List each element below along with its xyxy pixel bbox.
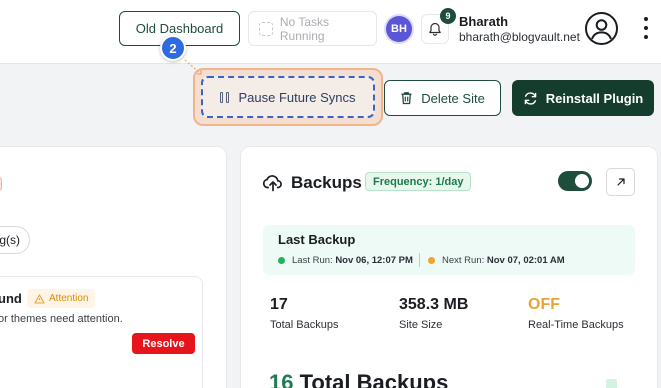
- next-run-status-dot: [428, 257, 435, 264]
- frequency-label: Frequency: 1/day: [373, 175, 464, 188]
- legend-chip: [606, 379, 617, 388]
- resolve-label: Resolve: [142, 337, 185, 350]
- old-dashboard-label: Old Dashboard: [135, 21, 224, 36]
- site-avatar[interactable]: BH: [386, 16, 412, 42]
- pause-icon: [220, 91, 230, 103]
- stat-realtime-label: Real-Time Backups: [528, 319, 624, 331]
- user-silhouette-icon: [591, 19, 612, 40]
- frequency-badge: Frequency: 1/day: [365, 172, 472, 191]
- user-email: bharath@blogvault.net: [459, 30, 580, 44]
- last-run-label: Last Run:: [292, 255, 333, 266]
- more-options-icon[interactable]: [641, 17, 651, 39]
- last-run-value: Nov 06, 12:07 PM: [335, 255, 413, 266]
- total-backups-count: 16: [269, 370, 294, 388]
- reinstall-plugin-button[interactable]: Reinstall Plugin: [512, 80, 654, 116]
- notification-count-badge: 9: [440, 8, 456, 24]
- backups-title: Backups: [291, 173, 362, 192]
- attention-label: Attention: [49, 293, 89, 304]
- warning-icon: [34, 293, 45, 304]
- trash-icon: [401, 92, 412, 105]
- filter-pill-label: g(s): [0, 233, 20, 247]
- tutorial-step-badge: 2: [160, 35, 186, 61]
- last-backup-title: Last Backup: [278, 232, 356, 247]
- toggle-knob: [575, 174, 589, 188]
- stat-total-backups-label: Total Backups: [270, 319, 339, 331]
- total-backups-text: Total Backups: [299, 370, 449, 388]
- delete-site-button[interactable]: Delete Site: [384, 80, 501, 116]
- avatar-initials: BH: [391, 23, 407, 35]
- bell-icon: [429, 22, 441, 36]
- backups-toggle[interactable]: [558, 171, 592, 191]
- issue-item-title: und: [0, 291, 22, 306]
- notification-count: 9: [445, 11, 451, 21]
- pause-future-syncs-button[interactable]: Pause Future Syncs: [201, 76, 375, 118]
- delete-site-label: Delete Site: [421, 90, 485, 106]
- issue-count-chip: [0, 177, 2, 191]
- next-run-value: Nov 07, 02:01 AM: [486, 255, 565, 266]
- filter-pill[interactable]: g(s): [0, 226, 30, 254]
- tasks-status-button[interactable]: No Tasks Running: [248, 11, 377, 46]
- resolve-button[interactable]: Resolve: [132, 333, 195, 354]
- arrow-up-right-icon: [616, 178, 625, 186]
- stat-total-backups-value: 17: [270, 296, 288, 313]
- stat-site-size-label: Site Size: [399, 319, 443, 331]
- user-avatar-icon[interactable]: [585, 12, 618, 45]
- last-run-status-dot: [278, 257, 285, 264]
- next-run-label: Next Run:: [442, 255, 485, 266]
- tasks-status-label: No Tasks Running: [279, 14, 330, 43]
- reinstall-plugin-label: Reinstall Plugin: [545, 90, 644, 106]
- pause-label: Pause Future Syncs: [238, 89, 356, 105]
- next-run-text: Next Run: Nov 07, 02:01 AM: [442, 255, 565, 266]
- refresh-icon: [524, 91, 537, 105]
- open-backups-button[interactable]: [606, 168, 635, 196]
- step-number: 2: [169, 40, 177, 56]
- stat-realtime-value: OFF: [528, 296, 560, 313]
- stat-site-size-value: 358.3 MB: [399, 296, 469, 313]
- attention-badge: Attention: [27, 289, 96, 308]
- top-bar: Old Dashboard No Tasks Running BH 9 Bhar…: [0, 0, 661, 64]
- run-separator: [419, 253, 420, 267]
- tutorial-connector: [184, 59, 202, 75]
- user-name: Bharath: [459, 14, 509, 29]
- tasks-icon: [259, 21, 273, 36]
- cloud-upload-icon: [262, 175, 282, 192]
- total-backups-heading: 16 Total Backups: [269, 370, 448, 388]
- issue-description: or themes need attention.: [0, 313, 123, 325]
- last-run-text: Last Run: Nov 06, 12:07 PM: [292, 255, 413, 266]
